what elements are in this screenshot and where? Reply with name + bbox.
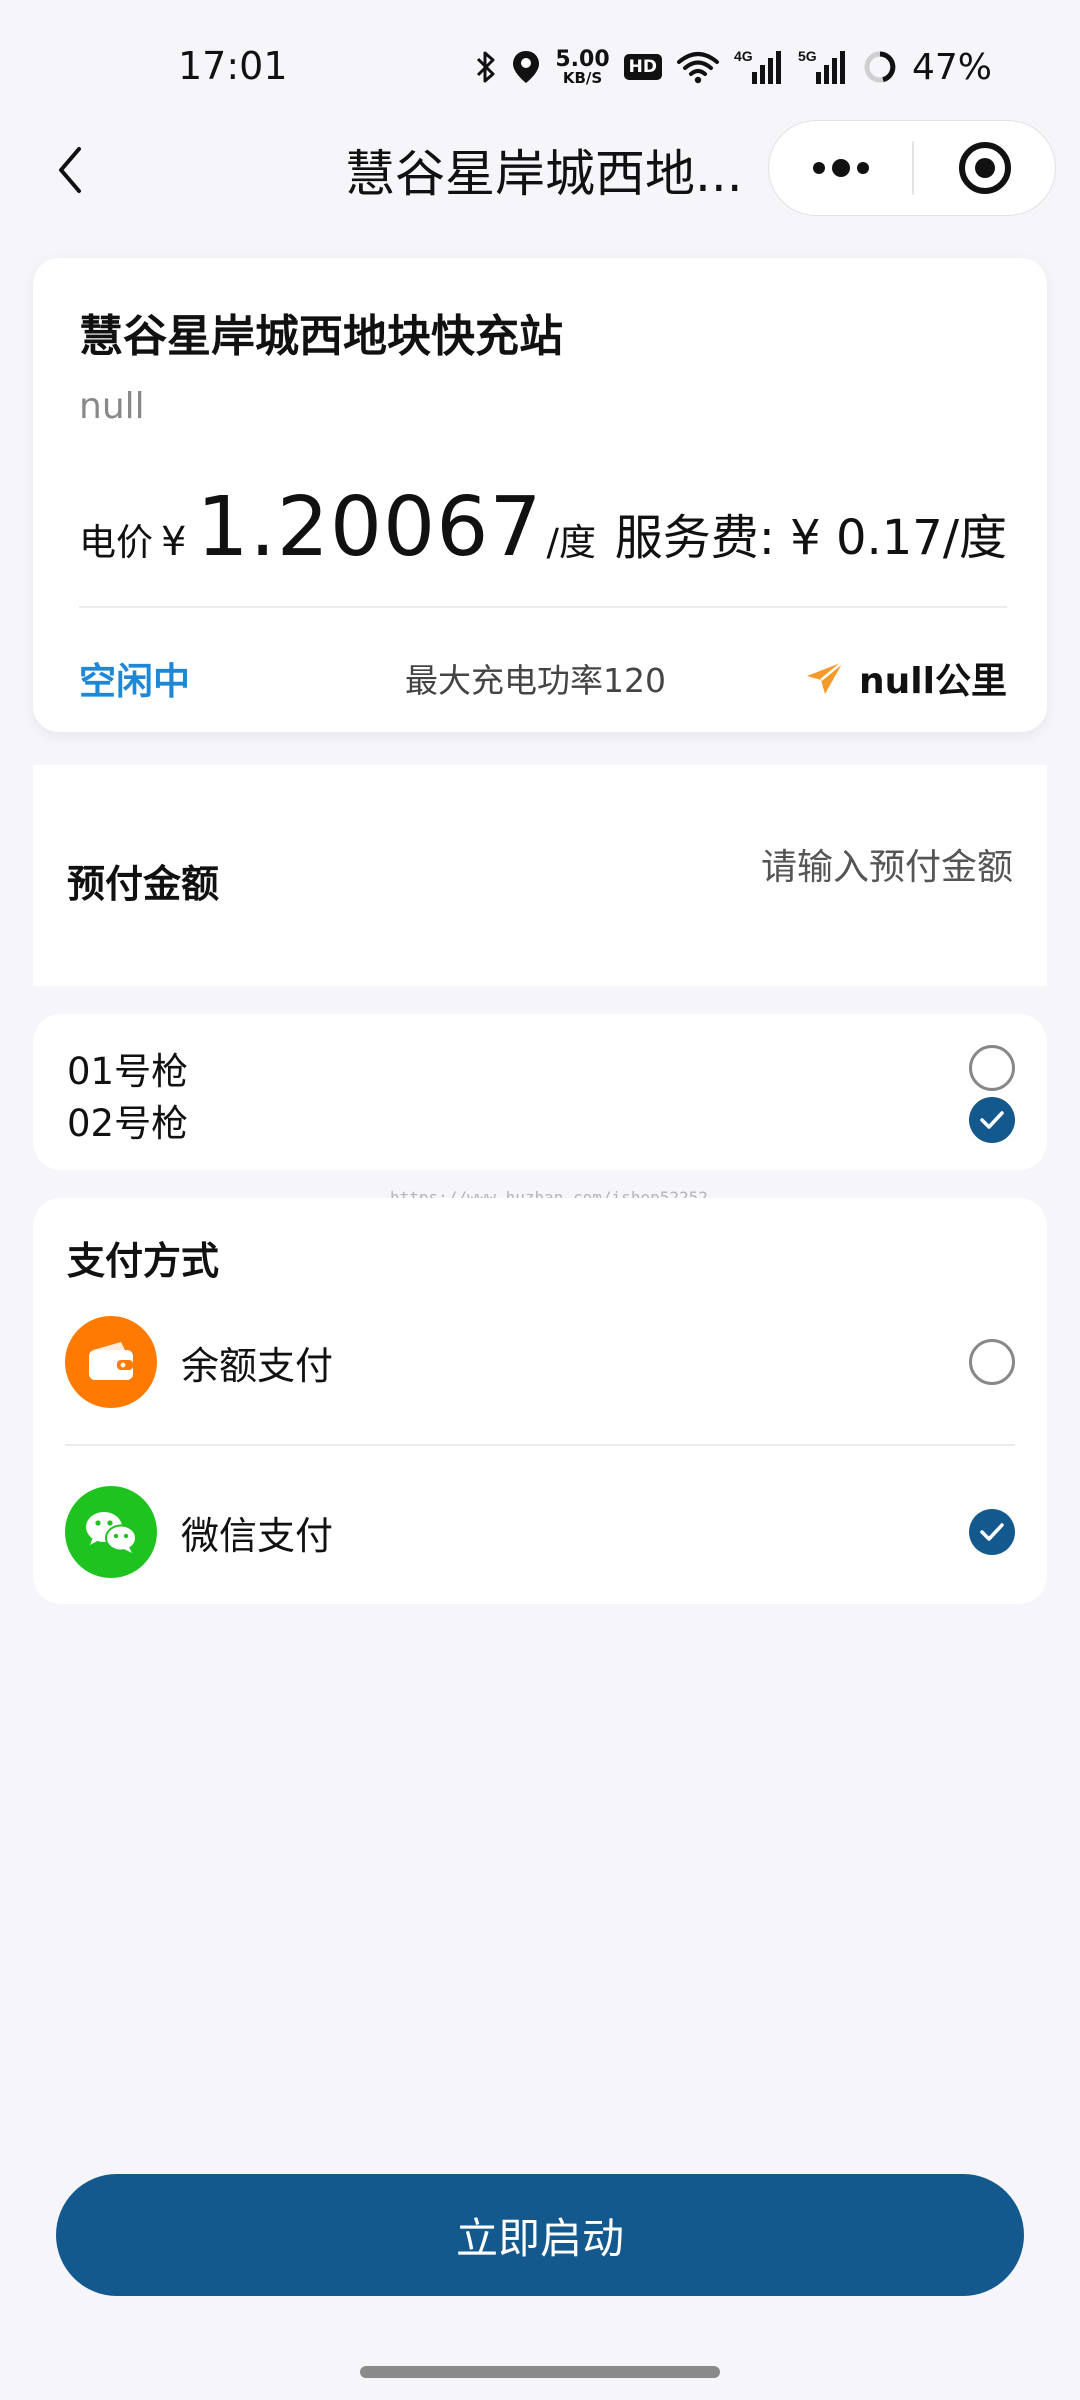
chevron-left-icon [59,147,81,193]
station-info-card: 慧谷星岸城西地块快充站 null 电价 ¥ 1.20067 /度 服务费: ¥ … [33,258,1047,732]
start-charging-button[interactable]: 立即启动 [56,2174,1024,2296]
more-dots-icon [812,159,869,177]
signal-4g-label: 4G [734,48,753,64]
prepay-card: 预付金额 [33,765,1047,986]
currency-symbol: ¥ [161,519,187,565]
network-speed-value: 5.00 [555,46,610,72]
payment-divider [65,1444,1015,1446]
payment-method-card: 支付方式 余额支付 微信支付 [33,1198,1047,1604]
station-address: null [79,386,145,427]
battery-level: 47% [911,46,992,88]
navigation-arrow-icon [807,661,844,694]
max-power: 最大充电功率120 [405,661,666,700]
signal-5g-icon: 5G [798,48,848,86]
prepay-label: 预付金额 [67,862,220,906]
prepay-amount-input[interactable] [593,847,1013,888]
distance-label: null公里 [859,661,1007,702]
radio-unchecked-icon[interactable] [969,1339,1015,1385]
price-label: 电价 [79,521,153,564]
gun-option-01[interactable]: 01号枪 [67,1042,1015,1094]
target-icon [958,142,1011,194]
mini-program-capsule [768,120,1056,216]
gun-selection-card: 01号枪 02号枪 [33,1014,1047,1170]
gun-option-02[interactable]: 02号枪 [67,1094,1015,1146]
signal-4g-icon: 4G [734,48,784,86]
location-icon [511,49,541,85]
radio-checked-icon[interactable] [969,1097,1015,1143]
station-name: 慧谷星岸城西地块快充站 [79,311,563,362]
signal-5g-label: 5G [798,48,817,64]
close-mini-program-button[interactable] [914,121,1055,215]
service-fee: 服务费: ¥ 0.17/度 [614,510,1007,566]
more-button[interactable] [769,121,912,215]
network-speed: 5.00 KB/S [555,46,610,87]
battery-ring-icon [862,49,898,85]
navigate-distance[interactable]: null公里 [805,652,1007,704]
status-time: 17:01 [178,44,288,88]
payment-option-balance[interactable]: 余额支付 [65,1316,1015,1408]
payment-title: 支付方式 [67,1239,220,1283]
card-divider [79,606,1007,608]
page-title: 慧谷星岸城西地... [345,145,743,203]
wifi-icon [676,50,720,84]
payment-label: 微信支付 [181,1513,334,1558]
status-icons: 5.00 KB/S HD 4G 5G 47% [475,42,992,92]
status-badge: 空闲中 [79,660,190,703]
bluetooth-icon [475,50,497,84]
nav-bar: 慧谷星岸城西地... [0,110,1080,235]
price-row: 电价 ¥ 1.20067 /度 [79,480,596,575]
radio-checked-icon[interactable] [969,1509,1015,1555]
hd-badge: HD [623,54,662,80]
payment-label: 余额支付 [181,1343,334,1388]
price-value: 1.20067 [196,480,543,575]
gun-label: 02号枪 [67,1102,189,1145]
wallet-icon [65,1316,157,1408]
network-speed-unit: KB/S [562,68,603,87]
gun-label: 01号枪 [67,1050,189,1093]
price-unit: /度 [546,521,597,564]
station-status-row: 空闲中 最大充电功率120 null公里 [79,648,1007,708]
back-button[interactable] [40,140,100,200]
radio-unchecked-icon[interactable] [969,1045,1015,1091]
wechat-icon [65,1486,157,1578]
payment-option-wechat[interactable]: 微信支付 [65,1486,1015,1578]
home-indicator[interactable] [360,2366,720,2378]
